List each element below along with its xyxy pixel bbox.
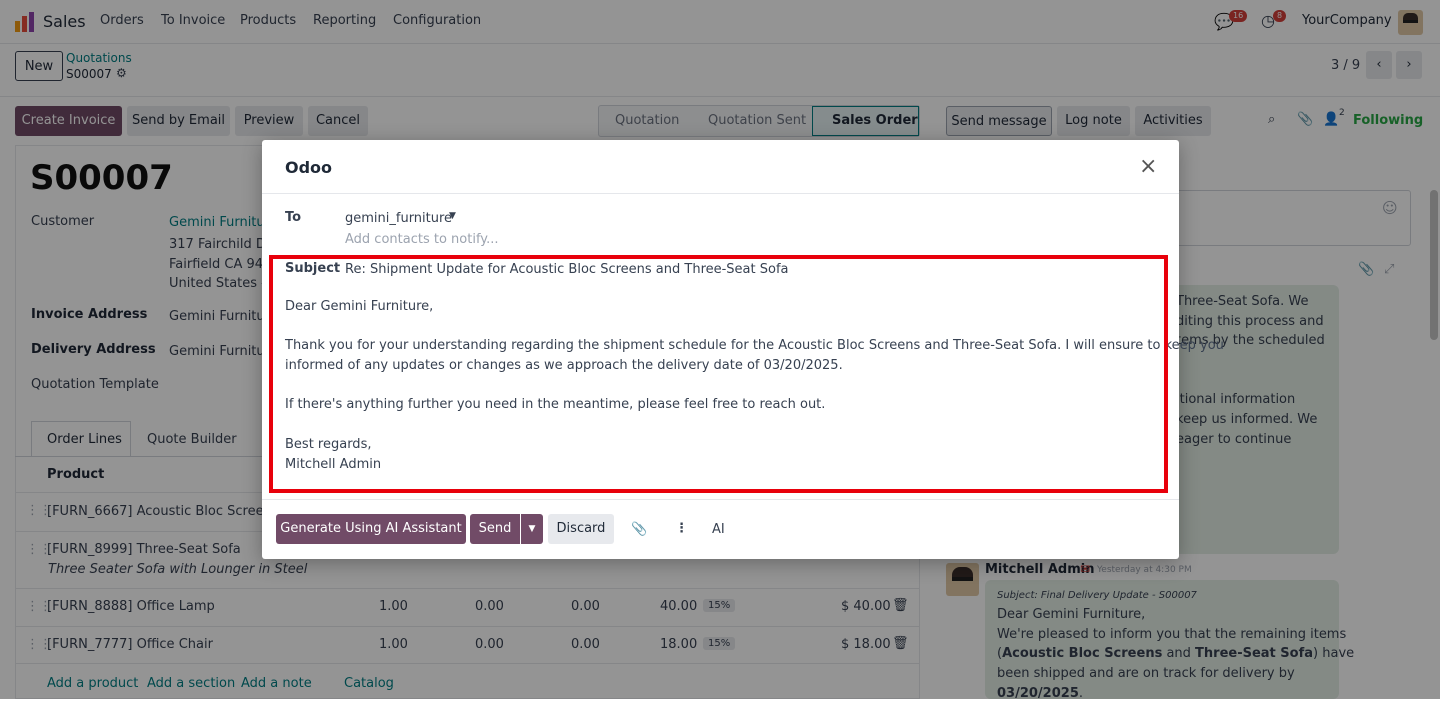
more-options-icon[interactable]: ⋮ [675, 521, 688, 536]
footer-divider [262, 499, 1179, 500]
to-label: To [285, 210, 302, 225]
header-divider [262, 193, 1179, 194]
dialog-title: Odoo [285, 158, 333, 177]
send-button[interactable]: Send [470, 514, 520, 544]
email-composer-dialog: Odoo × To gemini_furniture ▼ Add contact… [262, 140, 1224, 559]
discard-button[interactable]: Discard [548, 514, 614, 544]
attach-file-icon[interactable]: 📎 [631, 522, 647, 537]
ai-button[interactable]: AI [712, 522, 725, 537]
caret-down-icon[interactable]: ▼ [449, 211, 456, 221]
generate-ai-button[interactable]: Generate Using AI Assistant [276, 514, 466, 544]
send-dropdown-icon[interactable]: ▼ [521, 514, 543, 544]
contacts-input[interactable]: Add contacts to notify... [345, 232, 499, 247]
close-icon[interactable]: × [1139, 154, 1157, 179]
recipient-value[interactable]: gemini_furniture [345, 211, 452, 226]
highlight-box [269, 255, 1168, 493]
